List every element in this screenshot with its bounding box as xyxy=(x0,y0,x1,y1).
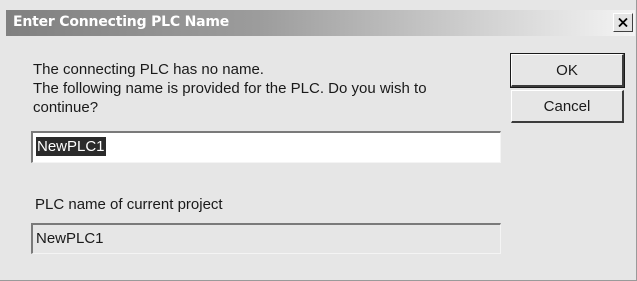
plc-name-value: NewPLC1 xyxy=(36,137,106,156)
close-button[interactable] xyxy=(613,13,633,32)
ok-button[interactable]: OK xyxy=(510,53,625,88)
message-line: continue? xyxy=(33,99,99,116)
plc-name-input[interactable]: NewPLC1 xyxy=(31,131,501,163)
dialog-window: Enter Connecting PLC Name The connecting… xyxy=(0,0,637,281)
current-project-label: PLC name of current project xyxy=(35,196,223,213)
message-line: The following name is provided for the P… xyxy=(33,80,427,97)
cancel-button[interactable]: Cancel xyxy=(511,90,624,123)
close-icon xyxy=(618,18,628,27)
dialog-message: The connecting PLC has no name. The foll… xyxy=(33,60,473,117)
message-line: The connecting PLC has no name. xyxy=(33,61,264,78)
current-project-plc-name-field: NewPLC1 xyxy=(31,223,501,254)
window-title: Enter Connecting PLC Name xyxy=(13,14,230,30)
title-bar[interactable]: Enter Connecting PLC Name xyxy=(6,10,635,36)
